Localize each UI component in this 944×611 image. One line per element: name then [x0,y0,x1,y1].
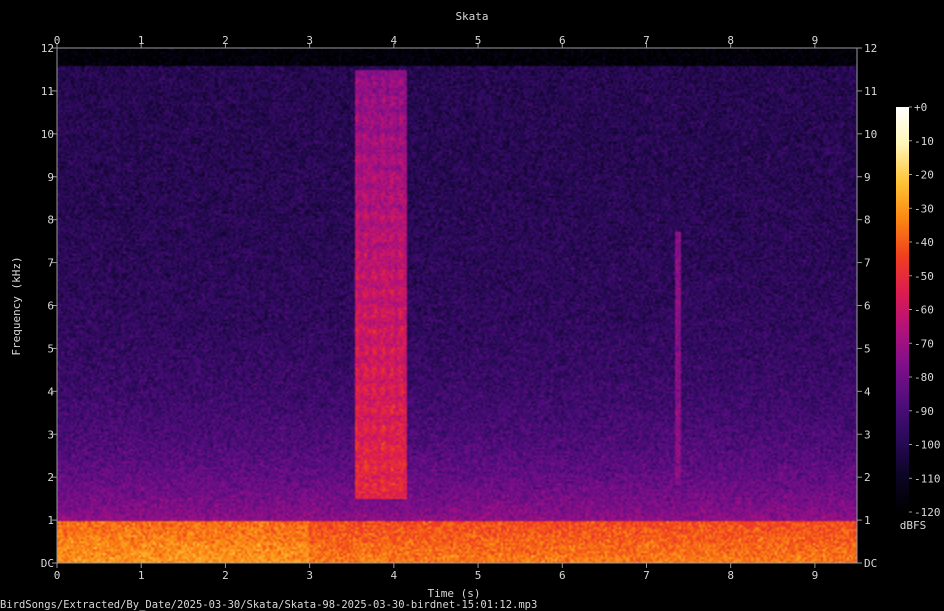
spectrogram-chart: Skata Time (s) Frequency (kHz) 012345678… [0,0,944,611]
y-tick-label-right: 3 [864,428,871,441]
y-tick-label-left: 4 [47,385,54,398]
x-tick-label-bottom: 4 [391,569,398,582]
colorbar-tick-label: -110 [914,472,941,485]
y-tick-label-left: DC [41,557,54,570]
colorbar-label: dBFS [900,519,927,532]
y-tick-label-right: 10 [864,128,877,141]
y-tick-label-right: 12 [864,42,877,55]
x-tick-label-bottom: 1 [138,569,145,582]
colorbar-tick-label: -90 [914,405,934,418]
y-tick-label-left: 1 [47,514,54,527]
colorbar-gradient [896,107,909,512]
colorbar-tick-label: -40 [914,236,934,249]
y-tick-label-left: 9 [47,171,54,184]
y-tick-label-right: DC [864,557,877,570]
colorbar-tick-label: -30 [914,202,934,215]
colorbar-tick-label: -50 [914,270,934,283]
y-tick-label-left: 2 [47,471,54,484]
colorbar-tick-label: -80 [914,371,934,384]
x-tick-label-bottom: 8 [727,569,734,582]
colorbar-tick-label: -10 [914,135,934,148]
spectrogram-plot [56,47,858,564]
y-tick-label-right: 7 [864,257,871,270]
x-tick-label-bottom: 9 [812,569,819,582]
y-tick-label-right: 9 [864,171,871,184]
file-path: BirdSongs/Extracted/By_Date/2025-03-30/S… [0,599,537,611]
x-tick-label-top: 0 [54,34,61,47]
y-axis-label: Frequency (kHz) [10,256,23,355]
x-tick-label-bottom: 2 [222,569,229,582]
x-tick-label-bottom: 6 [559,569,566,582]
y-tick-label-right: 4 [864,385,871,398]
x-tick-label-top: 6 [559,34,566,47]
x-tick-label-top: 4 [391,34,398,47]
y-tick-label-left: 12 [41,42,54,55]
x-tick-label-top: 1 [138,34,145,47]
y-tick-label-right: 11 [864,85,877,98]
y-tick-label-right: 2 [864,471,871,484]
y-tick-label-left: 8 [47,214,54,227]
y-tick-label-left: 11 [41,85,54,98]
colorbar-tick-label: -20 [914,169,934,182]
x-tick-label-top: 2 [222,34,229,47]
chart-title: Skata [455,10,488,23]
x-tick-label-top: 3 [306,34,313,47]
x-tick-label-bottom: 7 [643,569,650,582]
x-tick-label-top: 5 [475,34,482,47]
y-tick-label-right: 6 [864,300,871,313]
y-tick-label-left: 5 [47,342,54,355]
y-tick-label-right: 8 [864,214,871,227]
y-tick-label-right: 5 [864,342,871,355]
x-tick-label-bottom: 0 [54,569,61,582]
x-tick-label-top: 8 [727,34,734,47]
colorbar-tick-label: -70 [914,337,934,350]
x-tick-label-top: 9 [812,34,819,47]
y-tick-label-left: 6 [47,300,54,313]
x-tick-label-bottom: 3 [306,569,313,582]
x-tick-label-bottom: 5 [475,569,482,582]
colorbar-tick-label: -120 [914,506,941,519]
y-tick-label-right: 1 [864,514,871,527]
spectrogram-image [57,48,857,563]
y-tick-label-left: 10 [41,128,54,141]
colorbar-tick-label: -100 [914,439,941,452]
colorbar-tick-label: -60 [914,304,934,317]
y-tick-label-left: 3 [47,428,54,441]
colorbar-tick-label: +0 [914,101,927,114]
x-tick-label-top: 7 [643,34,650,47]
y-tick-label-left: 7 [47,257,54,270]
